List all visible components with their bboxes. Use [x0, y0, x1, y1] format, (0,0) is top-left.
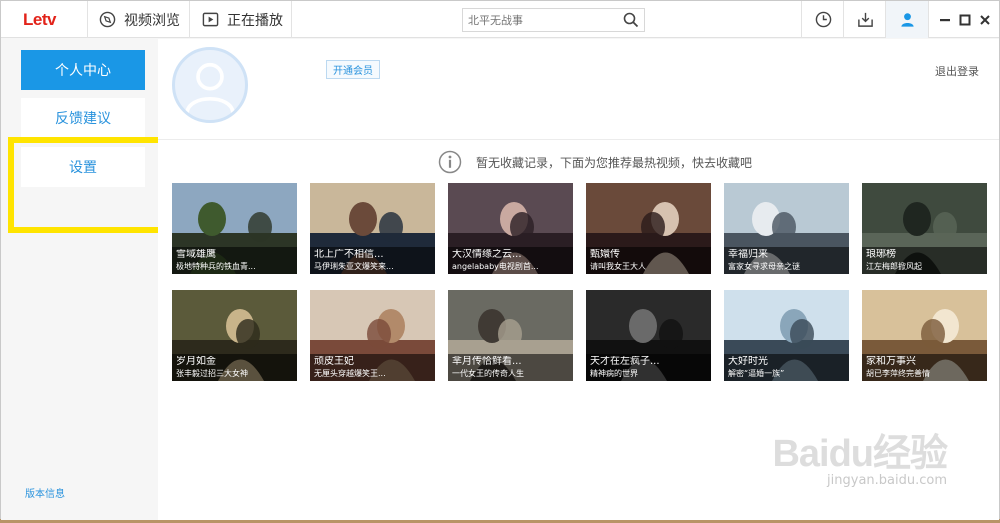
video-subtitle: 一代女王的传奇人生 — [452, 369, 524, 378]
video-subtitle: 请叫我女王大人 — [590, 262, 646, 271]
sidebar-item-label: 个人中心 — [55, 63, 111, 79]
profile-header: 开通会员 退出登录 — [158, 39, 999, 140]
video-caption: 甄嬛传请叫我女王大人 — [586, 247, 711, 274]
compass-icon — [99, 11, 116, 28]
divider — [291, 1, 292, 38]
video-caption: 天才在左疯子... 精神病的世界 — [586, 354, 711, 381]
video-tile[interactable]: 幸福归来富家女寻求母亲之谜 — [724, 183, 849, 274]
sidebar: 个人中心 反馈建议 设置 版本信息 — [1, 39, 158, 520]
video-subtitle: 解密“逼婚一族” — [728, 369, 785, 378]
download-button[interactable] — [844, 1, 886, 38]
divider — [189, 1, 190, 38]
tab-now-playing-label: 正在播放 — [227, 12, 283, 29]
letv-logo: Letv — [23, 10, 56, 29]
video-tile[interactable]: 琅琊榜江左梅郎掀风起 — [862, 183, 987, 274]
minimize-icon — [940, 18, 950, 21]
video-tile[interactable]: 家和万事兴胡已李萍终完善情 — [862, 290, 987, 381]
app-window: Letv 视频浏览 正在播放 北平无战事 个人中心 反馈建议 设置 版本信息 开… — [0, 0, 1000, 520]
info-icon — [438, 150, 462, 174]
close-button[interactable] — [975, 1, 995, 38]
divider — [87, 1, 88, 38]
video-caption: 家和万事兴胡已李萍终完善情 — [862, 354, 987, 381]
video-title: 芈月传恰鲜看... — [452, 356, 522, 367]
notice-text: 暂无收藏记录，下面为您推荐最热视频，快去收藏吧 — [476, 155, 753, 170]
video-title: 天才在左疯子... — [590, 356, 660, 367]
video-tile[interactable]: 甄嬛传请叫我女王大人 — [586, 183, 711, 274]
sidebar-item-feedback[interactable]: 反馈建议 — [21, 98, 145, 138]
maximize-icon — [959, 14, 971, 25]
tab-now-playing[interactable]: 正在播放 — [202, 1, 283, 38]
video-title: 家和万事兴 — [866, 356, 916, 367]
search-box — [462, 8, 645, 32]
video-caption: 大汉情缘之云... angelababy电视剧首... — [448, 247, 573, 274]
clock-icon — [815, 11, 831, 28]
video-caption: 琅琊榜江左梅郎掀风起 — [862, 247, 987, 274]
download-icon — [857, 12, 873, 27]
search-input[interactable] — [463, 9, 613, 32]
video-tile[interactable]: 天才在左疯子... 精神病的世界 — [586, 290, 711, 381]
video-title: 顽皮王妃 — [314, 356, 354, 367]
avatar[interactable] — [172, 47, 248, 123]
user-center-button[interactable] — [886, 1, 928, 38]
maximize-button[interactable] — [955, 1, 975, 38]
main-content: 开通会员 退出登录 暂无收藏记录，下面为您推荐最热视频，快去收藏吧 雪域雄鹰极地… — [158, 39, 999, 520]
video-tile[interactable]: 雪域雄鹰极地特种兵的铁血青... — [172, 183, 297, 274]
close-icon — [980, 14, 990, 25]
sidebar-item-profile[interactable]: 个人中心 — [21, 50, 145, 90]
video-tile[interactable]: 北上广不相信... 马伊琍朱亚文爆笑来... — [310, 183, 435, 274]
video-caption: 幸福归来富家女寻求母亲之谜 — [724, 247, 849, 274]
tab-browse-label: 视频浏览 — [124, 12, 180, 29]
video-subtitle: 胡已李萍终完善情 — [866, 369, 930, 378]
logout-link[interactable]: 退出登录 — [935, 63, 979, 79]
user-icon — [900, 13, 914, 27]
video-subtitle: 精神病的世界 — [590, 369, 638, 378]
video-title: 甄嬛传 — [590, 249, 620, 260]
video-tile[interactable]: 顽皮王妃无厘头穿越爆笑王... — [310, 290, 435, 381]
video-caption: 顽皮王妃无厘头穿越爆笑王... — [310, 354, 435, 381]
video-title: 幸福归来 — [728, 249, 768, 260]
video-title: 北上广不相信... — [314, 249, 384, 260]
play-icon — [202, 12, 219, 27]
video-title: 岁月如金 — [176, 356, 216, 367]
empty-favorites-notice: 暂无收藏记录，下面为您推荐最热视频，快去收藏吧 — [438, 150, 752, 174]
video-subtitle: 无厘头穿越爆笑王... — [314, 369, 386, 378]
video-title: 大汉情缘之云... — [452, 249, 522, 260]
sidebar-item-label: 反馈建议 — [55, 111, 111, 127]
video-subtitle: 江左梅郎掀风起 — [866, 262, 922, 271]
video-title: 大好时光 — [728, 356, 768, 367]
video-caption: 北上广不相信... 马伊琍朱亚文爆笑来... — [310, 247, 435, 274]
title-bar: Letv 视频浏览 正在播放 — [1, 1, 999, 38]
video-tile[interactable]: 大汉情缘之云... angelababy电视剧首... — [448, 183, 573, 274]
video-tile[interactable]: 岁月如金张丰毅过招三大女神 — [172, 290, 297, 381]
history-button[interactable] — [802, 1, 844, 38]
video-tile[interactable]: 大好时光解密“逼婚一族” — [724, 290, 849, 381]
video-caption: 芈月传恰鲜看... 一代女王的传奇人生 — [448, 354, 573, 381]
open-vip-button[interactable]: 开通会员 — [326, 60, 380, 79]
video-title: 琅琊榜 — [866, 249, 896, 260]
video-subtitle: 张丰毅过招三大女神 — [176, 369, 248, 378]
tab-browse[interactable]: 视频浏览 — [99, 1, 180, 38]
video-caption: 大好时光解密“逼婚一族” — [724, 354, 849, 381]
search-icon[interactable] — [623, 12, 639, 28]
video-title: 雪域雄鹰 — [176, 249, 216, 260]
video-subtitle: 马伊琍朱亚文爆笑来... — [314, 262, 394, 271]
video-subtitle: angelababy电视剧首... — [452, 262, 539, 271]
divider — [928, 1, 929, 38]
video-subtitle: 富家女寻求母亲之谜 — [728, 262, 800, 271]
video-subtitle: 极地特种兵的铁血青... — [176, 262, 256, 271]
minimize-button[interactable] — [935, 1, 955, 38]
video-tile[interactable]: 芈月传恰鲜看... 一代女王的传奇人生 — [448, 290, 573, 381]
version-info-link[interactable]: 版本信息 — [25, 485, 65, 500]
default-avatar-icon — [185, 62, 235, 114]
video-caption: 雪域雄鹰极地特种兵的铁血青... — [172, 247, 297, 274]
video-caption: 岁月如金张丰毅过招三大女神 — [172, 354, 297, 381]
